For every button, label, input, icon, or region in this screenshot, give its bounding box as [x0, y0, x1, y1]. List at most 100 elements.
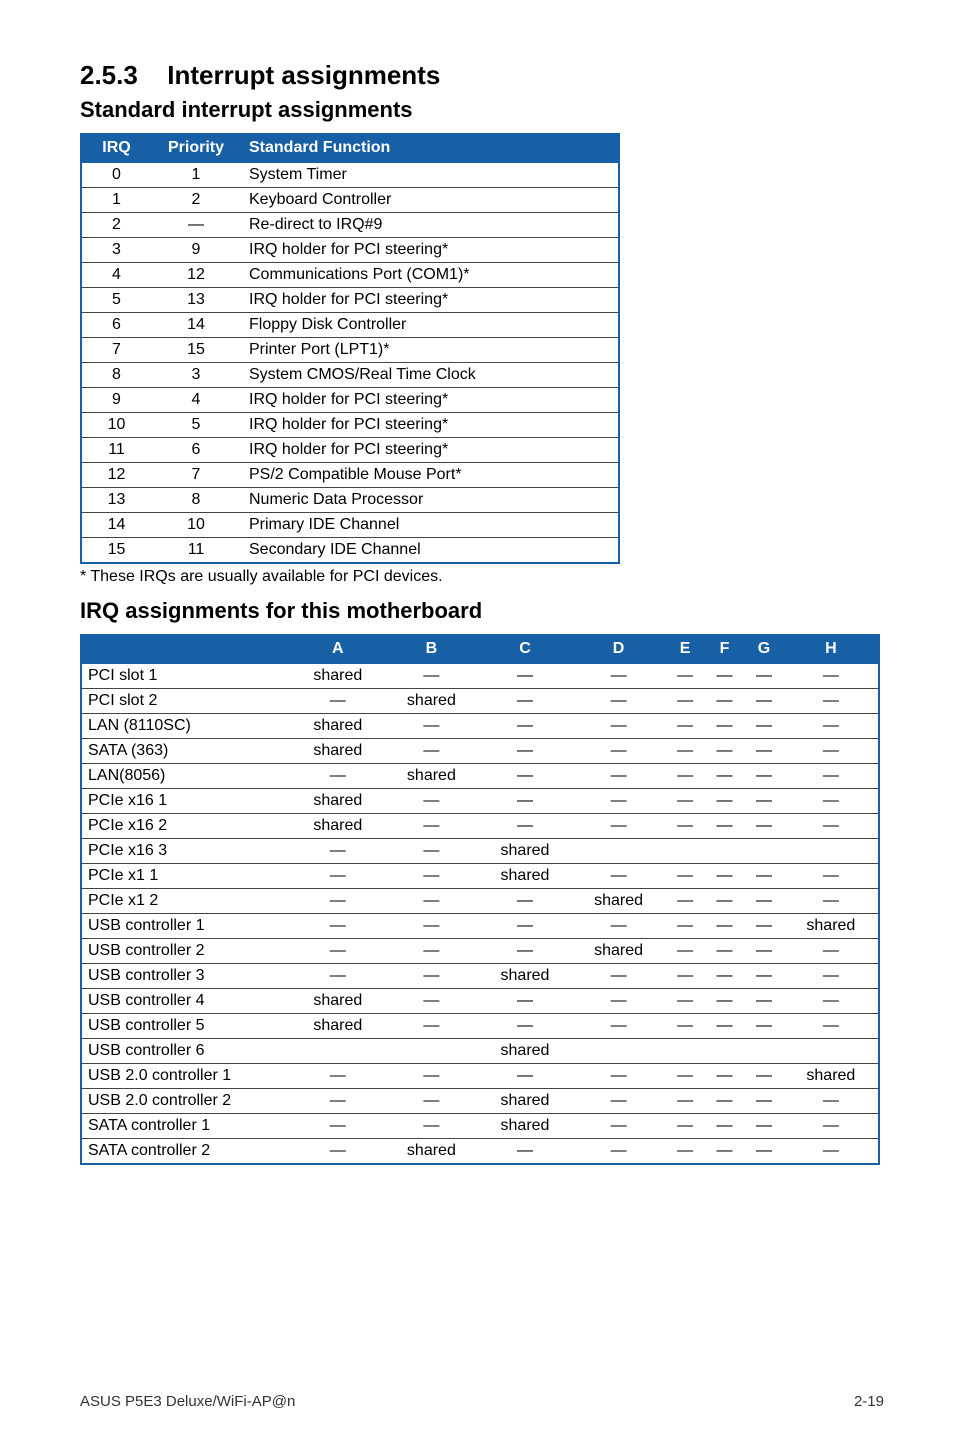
irq-column-cell: [572, 1039, 666, 1064]
irq-column-cell: —: [385, 739, 479, 764]
t2-header-b: B: [385, 635, 479, 663]
irq-column-cell: —: [291, 839, 385, 864]
irq-cell: 8: [81, 363, 151, 388]
irq-column-cell: —: [291, 764, 385, 789]
table-row: 105IRQ holder for PCI steering*: [81, 413, 619, 438]
device-cell: PCIe x16 3: [81, 839, 291, 864]
table-row: SATA (363)shared———————: [81, 739, 879, 764]
function-cell: Keyboard Controller: [241, 188, 619, 213]
irq-column-cell: —: [705, 739, 744, 764]
irq-column-cell: shared: [478, 1089, 572, 1114]
irq-column-cell: —: [572, 714, 666, 739]
function-cell: System CMOS/Real Time Clock: [241, 363, 619, 388]
irq-column-cell: shared: [385, 764, 479, 789]
irq-column-cell: —: [665, 663, 704, 689]
irq-column-cell: —: [478, 663, 572, 689]
irq-column-cell: —: [784, 939, 879, 964]
subheading-standard: Standard interrupt assignments: [80, 97, 884, 123]
irq-column-cell: —: [784, 989, 879, 1014]
irq-column-cell: [705, 839, 744, 864]
irq-column-cell: —: [665, 764, 704, 789]
priority-cell: 8: [151, 488, 241, 513]
irq-column-cell: —: [478, 1014, 572, 1039]
irq-column-cell: —: [744, 989, 783, 1014]
irq-cell: 14: [81, 513, 151, 538]
irq-column-cell: shared: [385, 689, 479, 714]
irq-column-cell: —: [705, 989, 744, 1014]
device-cell: SATA (363): [81, 739, 291, 764]
irq-cell: 6: [81, 313, 151, 338]
irq-cell: 3: [81, 238, 151, 263]
priority-cell: 10: [151, 513, 241, 538]
priority-cell: 2: [151, 188, 241, 213]
device-cell: USB 2.0 controller 1: [81, 1064, 291, 1089]
device-cell: USB controller 2: [81, 939, 291, 964]
table-row: 127PS/2 Compatible Mouse Port*: [81, 463, 619, 488]
t2-header-c: C: [478, 635, 572, 663]
function-cell: IRQ holder for PCI steering*: [241, 413, 619, 438]
irq-column-cell: [705, 1039, 744, 1064]
irq-column-cell: —: [744, 864, 783, 889]
irq-column-cell: shared: [291, 1014, 385, 1039]
irq-column-cell: —: [665, 989, 704, 1014]
irq-cell: 7: [81, 338, 151, 363]
irq-column-cell: —: [705, 1114, 744, 1139]
irq-column-cell: —: [744, 789, 783, 814]
table-row: 83System CMOS/Real Time Clock: [81, 363, 619, 388]
irq-column-cell: —: [665, 1089, 704, 1114]
irq-column-cell: shared: [478, 839, 572, 864]
irq-column-cell: —: [572, 1089, 666, 1114]
irq-column-cell: —: [665, 714, 704, 739]
irq-column-cell: shared: [385, 1139, 479, 1165]
device-cell: PCIe x1 1: [81, 864, 291, 889]
irq-column-cell: —: [665, 864, 704, 889]
irq-column-cell: —: [572, 864, 666, 889]
irq-column-cell: —: [665, 1014, 704, 1039]
t2-header-f: F: [705, 635, 744, 663]
irq-column-cell: —: [705, 964, 744, 989]
table-row: PCIe x16 3——shared: [81, 839, 879, 864]
irq-column-cell: —: [478, 1064, 572, 1089]
irq-column-cell: —: [291, 914, 385, 939]
irq-cell: 5: [81, 288, 151, 313]
irq-column-cell: —: [744, 739, 783, 764]
irq-cell: 11: [81, 438, 151, 463]
priority-cell: 4: [151, 388, 241, 413]
irq-column-cell: —: [744, 663, 783, 689]
irq-column-cell: —: [572, 989, 666, 1014]
irq-column-cell: —: [385, 789, 479, 814]
function-cell: IRQ holder for PCI steering*: [241, 238, 619, 263]
table-row: USB controller 2———shared————: [81, 939, 879, 964]
table-row: USB controller 3——shared—————: [81, 964, 879, 989]
function-cell: IRQ holder for PCI steering*: [241, 438, 619, 463]
device-cell: LAN(8056): [81, 764, 291, 789]
irq-column-cell: —: [744, 1014, 783, 1039]
table-row: 94IRQ holder for PCI steering*: [81, 388, 619, 413]
motherboard-irq-table: A B C D E F G H PCI slot 1shared———————P…: [80, 634, 880, 1165]
irq-column-cell: shared: [291, 814, 385, 839]
irq-column-cell: —: [784, 864, 879, 889]
table-row: 116IRQ holder for PCI steering*: [81, 438, 619, 463]
function-cell: Re-direct to IRQ#9: [241, 213, 619, 238]
irq-column-cell: [291, 1039, 385, 1064]
irq-column-cell: —: [744, 939, 783, 964]
device-cell: USB controller 4: [81, 989, 291, 1014]
irq-column-cell: shared: [291, 989, 385, 1014]
irq-column-cell: —: [665, 814, 704, 839]
t1-header-priority: Priority: [151, 134, 241, 162]
device-cell: PCIe x16 1: [81, 789, 291, 814]
page-footer: ASUS P5E3 Deluxe/WiFi-AP@n 2-19: [80, 1393, 884, 1410]
irq-column-cell: —: [784, 739, 879, 764]
irq-column-cell: —: [385, 1089, 479, 1114]
irq-cell: 0: [81, 162, 151, 188]
irq-column-cell: —: [784, 1114, 879, 1139]
priority-cell: —: [151, 213, 241, 238]
table-row: USB controller 4shared———————: [81, 989, 879, 1014]
irq-column-cell: [572, 839, 666, 864]
section-heading: 2.5.3 Interrupt assignments: [80, 60, 884, 91]
irq-column-cell: shared: [478, 1114, 572, 1139]
irq-column-cell: —: [665, 914, 704, 939]
table-row: LAN (8110SC)shared———————: [81, 714, 879, 739]
irq-column-cell: —: [784, 714, 879, 739]
irq-column-cell: —: [744, 1089, 783, 1114]
